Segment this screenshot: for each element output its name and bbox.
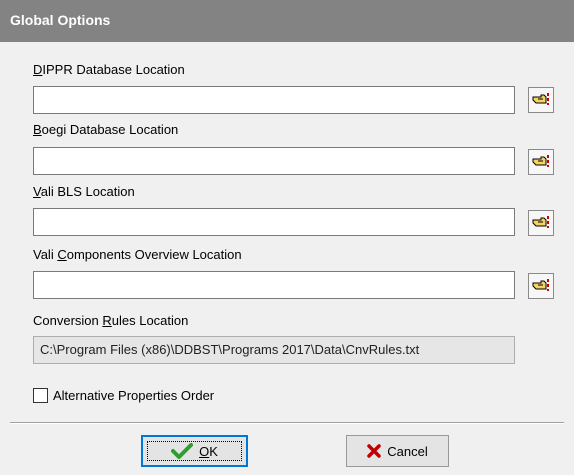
focus-rectangle bbox=[147, 441, 242, 461]
boegi-browse-button[interactable] bbox=[528, 149, 554, 175]
pointing-hand-icon bbox=[532, 154, 550, 171]
dippr-location-input[interactable] bbox=[33, 86, 515, 114]
dippr-location-label: DIPPR Database Location bbox=[33, 62, 185, 77]
ok-button[interactable]: OK bbox=[141, 435, 248, 467]
cancel-button[interactable]: Cancel bbox=[346, 435, 449, 467]
vali-components-browse-button[interactable] bbox=[528, 273, 554, 299]
conversion-rules-label: Conversion Rules Location bbox=[33, 313, 189, 328]
vali-bls-location-input[interactable] bbox=[33, 208, 515, 236]
alternative-properties-order-checkbox[interactable] bbox=[33, 387, 48, 403]
vali-bls-browse-button[interactable] bbox=[528, 210, 554, 236]
pointing-hand-icon bbox=[532, 92, 550, 109]
vali-bls-location-label: Vali BLS Location bbox=[33, 184, 135, 199]
alternative-properties-order-option[interactable]: Alternative Properties Order bbox=[33, 386, 214, 404]
boegi-location-label: Boegi Database Location bbox=[33, 122, 179, 137]
global-options-dialog: Global Options DIPPR Database Location B… bbox=[0, 0, 574, 475]
alternative-properties-order-label: Alternative Properties Order bbox=[53, 387, 215, 403]
x-icon bbox=[367, 444, 382, 458]
window-title: Global Options bbox=[10, 12, 111, 28]
vali-components-location-input[interactable] bbox=[33, 271, 515, 299]
title-bar: Global Options bbox=[0, 0, 574, 42]
cancel-label: Cancel bbox=[387, 443, 428, 459]
pointing-hand-icon bbox=[532, 215, 550, 232]
pointing-hand-icon bbox=[532, 278, 550, 295]
boegi-location-input[interactable] bbox=[33, 147, 515, 175]
dippr-browse-button[interactable] bbox=[528, 87, 554, 113]
divider bbox=[10, 422, 564, 424]
vali-components-location-label: Vali Components Overview Location bbox=[33, 247, 242, 262]
conversion-rules-path: C:\Program Files (x86)\DDBST\Programs 20… bbox=[33, 336, 515, 364]
